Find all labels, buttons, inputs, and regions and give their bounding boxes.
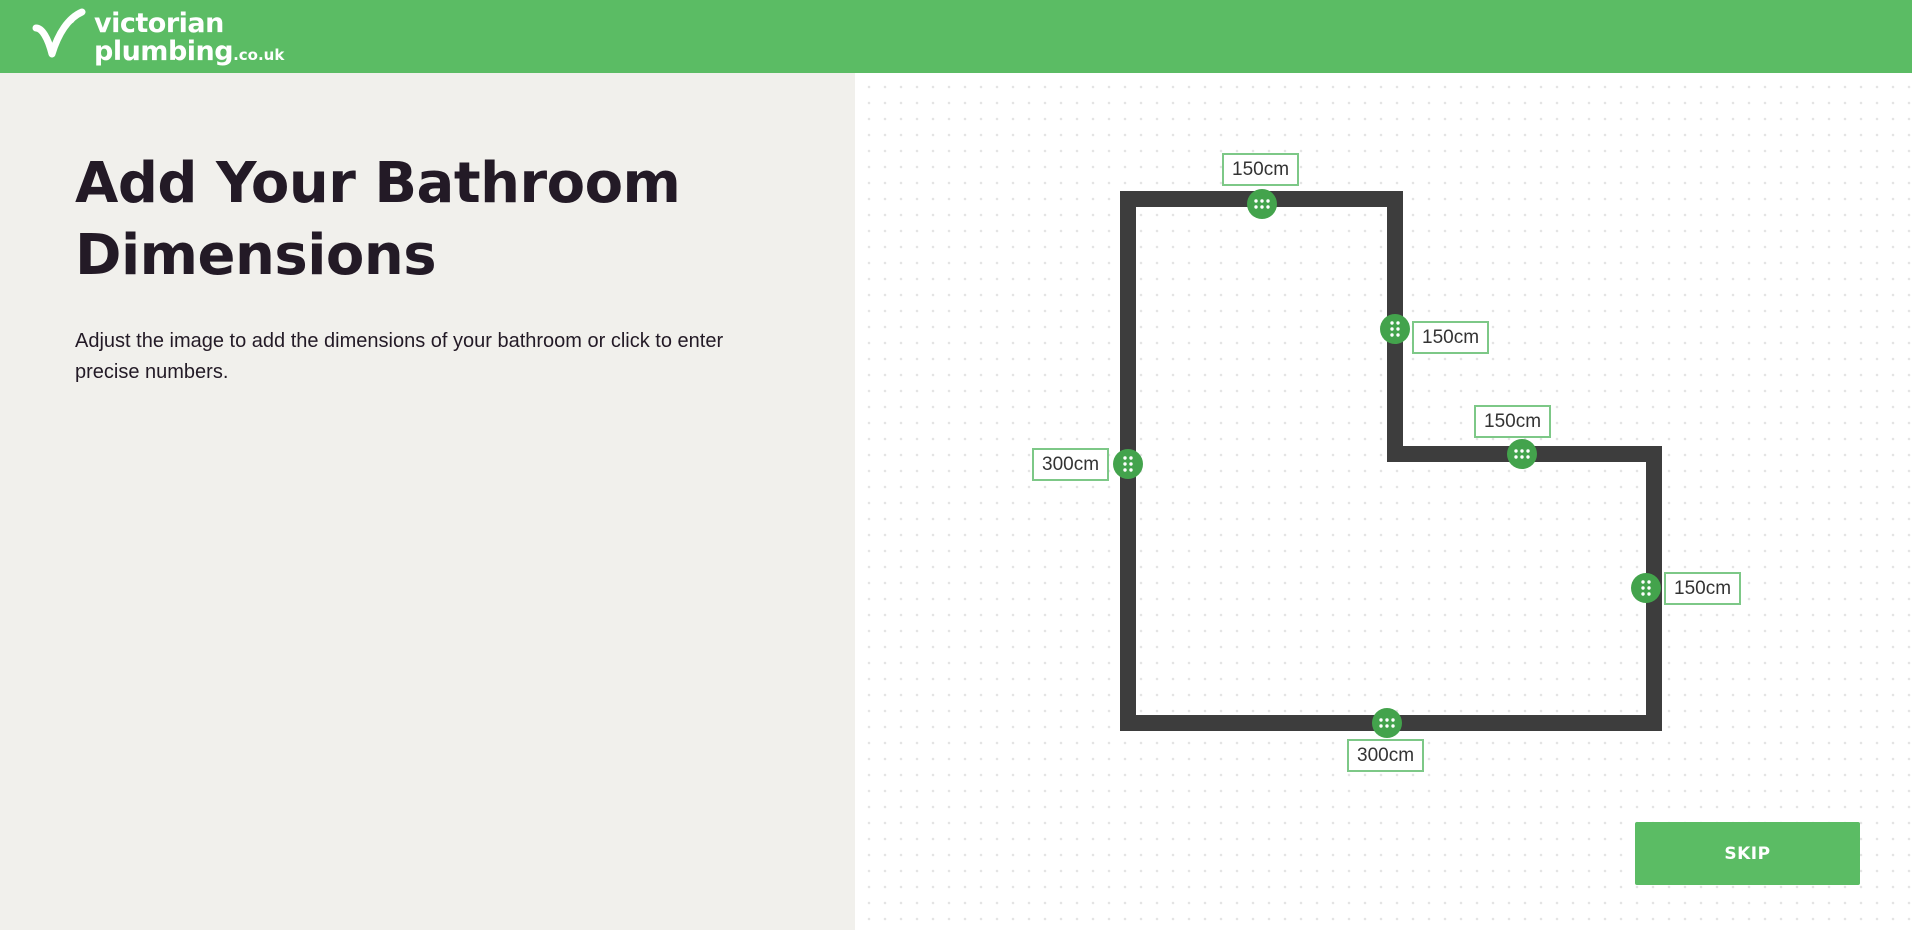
page-title-line2: Dimensions bbox=[75, 223, 437, 288]
logo-v-icon bbox=[32, 8, 86, 58]
dimension-label-right-wall[interactable]: 150cm bbox=[1664, 572, 1742, 605]
page-title-line1: Add Your Bathroom bbox=[75, 151, 681, 216]
logo-text-domain: .co.uk bbox=[233, 46, 285, 64]
logo-text-victorian: victorian bbox=[94, 8, 224, 39]
drag-handle-dots-icon bbox=[1641, 580, 1651, 596]
skip-button[interactable]: SKIP bbox=[1635, 822, 1860, 885]
instructions-panel: Add Your Bathroom Dimensions Adjust the … bbox=[0, 73, 855, 930]
dimension-label-top-wall[interactable]: 150cm bbox=[1222, 153, 1300, 186]
site-logo[interactable]: victorian plumbing.co.uk bbox=[32, 8, 284, 66]
drag-handle-left-wall[interactable] bbox=[1113, 449, 1143, 479]
drag-handle-dots-icon bbox=[1514, 449, 1530, 459]
logo-wordmark: victorian plumbing.co.uk bbox=[94, 8, 284, 65]
page-title: Add Your Bathroom Dimensions bbox=[75, 148, 775, 292]
page-description: Adjust the image to add the dimensions o… bbox=[75, 330, 724, 383]
drag-handle-bottom-wall[interactable] bbox=[1372, 708, 1402, 738]
drag-handle-dots-icon bbox=[1390, 321, 1400, 337]
dimension-label-inner-vertical-wall[interactable]: 150cm bbox=[1412, 321, 1490, 354]
drag-handle-inner-horizontal-wall[interactable] bbox=[1507, 439, 1537, 469]
dimension-label-bottom-wall[interactable]: 300cm bbox=[1347, 739, 1425, 772]
dimension-label-left-wall[interactable]: 300cm bbox=[1032, 448, 1110, 481]
floorplan-canvas[interactable]: 150cm 150cm 150cm 150cm 300cm 300cm bbox=[855, 73, 1912, 930]
logo-text-plumbing: plumbing.co.uk bbox=[94, 38, 284, 65]
drag-handle-dots-icon bbox=[1123, 456, 1133, 472]
drag-handle-dots-icon bbox=[1254, 199, 1270, 209]
dimension-label-inner-horizontal-wall[interactable]: 150cm bbox=[1474, 405, 1552, 438]
drag-handle-right-wall[interactable] bbox=[1631, 573, 1661, 603]
drag-handle-top-wall[interactable] bbox=[1247, 189, 1277, 219]
site-header: victorian plumbing.co.uk bbox=[0, 0, 1912, 73]
room-outline[interactable] bbox=[855, 73, 1912, 930]
logo-text-plumbing-word: plumbing bbox=[94, 36, 234, 67]
drag-handle-dots-icon bbox=[1379, 718, 1395, 728]
room-walls bbox=[1120, 191, 1662, 731]
drag-handle-inner-vertical-wall[interactable] bbox=[1380, 314, 1410, 344]
